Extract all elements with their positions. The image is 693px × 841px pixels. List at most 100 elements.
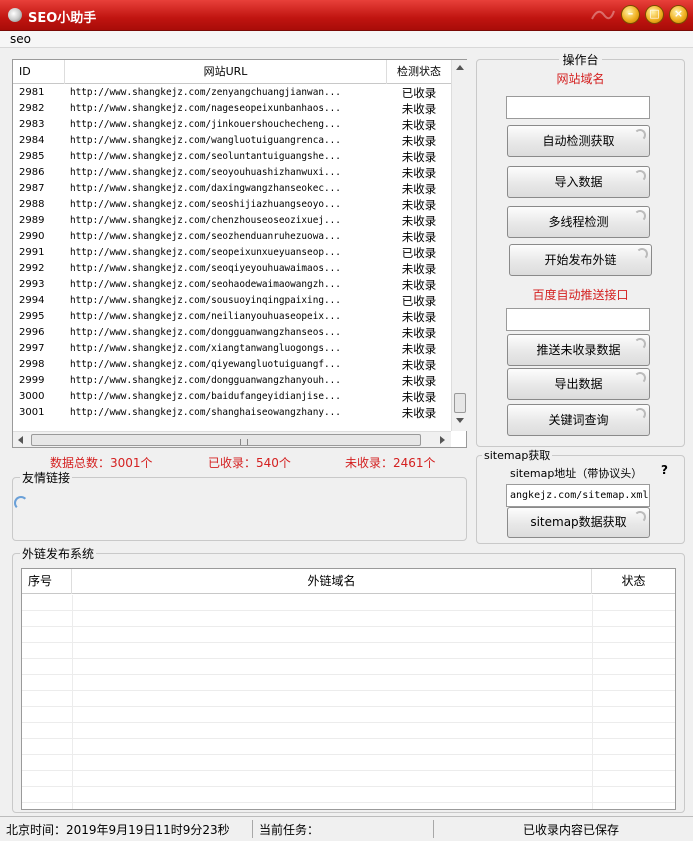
table-row[interactable]: 2995 http://www.shangkejz.com/neilianyouh… bbox=[13, 309, 451, 325]
column-divider bbox=[72, 595, 73, 809]
column-header-id[interactable]: ID bbox=[13, 60, 65, 84]
publish-table[interactable]: 序号 外链域名 状态 bbox=[21, 568, 676, 810]
cell-url: http://www.shangkejz.com/dongguanwangzha… bbox=[70, 327, 341, 338]
export-data-button[interactable]: 导出数据 bbox=[507, 368, 650, 400]
table-header: ID 网站URL 检测状态 bbox=[13, 60, 451, 84]
swirl-icon bbox=[634, 170, 646, 182]
vertical-scroll-thumb[interactable] bbox=[454, 393, 466, 413]
table-row[interactable]: 2987 http://www.shangkejz.com/daxingwangz… bbox=[13, 181, 451, 197]
cell-url: http://www.shangkejz.com/seoluntantuigua… bbox=[70, 151, 341, 162]
menu-item-seo[interactable]: seo bbox=[10, 32, 31, 46]
swirl-icon bbox=[636, 248, 648, 260]
column-header-url[interactable]: 网站URL bbox=[65, 60, 387, 84]
auto-detect-button[interactable]: 自动检测获取 bbox=[507, 125, 650, 157]
table-row[interactable]: 2996 http://www.shangkejz.com/dongguanwan… bbox=[13, 325, 451, 341]
cell-url: http://www.shangkejz.com/baidufangeyidia… bbox=[70, 391, 341, 402]
status-saved: 已收录内容已保存 bbox=[523, 823, 620, 837]
menu-bar: seo bbox=[0, 31, 693, 48]
status-bar: 北京时间：2019年9月19日11时9分23秒 当前任务： 已收录内容已保存 bbox=[0, 816, 693, 841]
cell-url: http://www.shangkejz.com/dongguanwangzha… bbox=[70, 375, 341, 386]
table-row[interactable]: 3000 http://www.shangkejz.com/baidufangey… bbox=[13, 389, 451, 405]
table-row[interactable]: 2997 http://www.shangkejz.com/xiangtanwan… bbox=[13, 341, 451, 357]
minimize-button[interactable]: – bbox=[621, 5, 640, 24]
cell-url: http://www.shangkejz.com/wangluotuiguang… bbox=[70, 135, 341, 146]
horizontal-scrollbar[interactable] bbox=[13, 431, 451, 447]
status-current-task: 当前任务： bbox=[259, 823, 320, 837]
cell-status: 未收录 bbox=[401, 182, 437, 196]
cell-status: 未收录 bbox=[401, 214, 437, 228]
cell-url: http://www.shangkejz.com/seoshijiazhuang… bbox=[70, 199, 341, 210]
console-title-text: 操作台 bbox=[559, 53, 602, 67]
cell-status: 未收录 bbox=[401, 310, 437, 324]
table-row[interactable]: 2988 http://www.shangkejz.com/seoshijiazh… bbox=[13, 197, 451, 213]
keyword-query-button-label: 关键词查询 bbox=[548, 413, 609, 427]
column-header-status[interactable]: 检测状态 bbox=[387, 60, 451, 84]
publish-table-body bbox=[22, 595, 675, 809]
table-row[interactable]: 2991 http://www.shangkejz.com/seopeixunxu… bbox=[13, 245, 451, 261]
scroll-down-icon[interactable] bbox=[456, 418, 464, 423]
table-row[interactable]: 2985 http://www.shangkejz.com/seoluntantu… bbox=[13, 149, 451, 165]
scroll-right-icon[interactable] bbox=[440, 436, 445, 444]
scroll-left-icon[interactable] bbox=[18, 436, 23, 444]
status-separator bbox=[252, 820, 253, 838]
cell-url: http://www.shangkejz.com/zenyangchuangji… bbox=[70, 87, 341, 98]
baidu-push-input[interactable] bbox=[506, 308, 650, 331]
table-row[interactable]: 2986 http://www.shangkejz.com/seoyouhuash… bbox=[13, 165, 451, 181]
console-title: 操作台 bbox=[476, 51, 685, 68]
cell-url: http://www.shangkejz.com/neilianyouhuase… bbox=[70, 311, 341, 322]
cell-id: 3000 bbox=[19, 391, 45, 402]
cell-status: 已收录 bbox=[401, 246, 437, 260]
table-row[interactable]: 2992 http://www.shangkejz.com/seoqiyeyouh… bbox=[13, 261, 451, 277]
table-row[interactable]: 2989 http://www.shangkejz.com/chenzhouseo… bbox=[13, 213, 451, 229]
cell-status: 未收录 bbox=[401, 198, 437, 212]
swirl-icon bbox=[634, 338, 646, 350]
vertical-scrollbar[interactable] bbox=[451, 60, 467, 431]
table-row[interactable]: 2981 http://www.shangkejz.com/zenyangchua… bbox=[13, 85, 451, 101]
close-button[interactable]: × bbox=[669, 5, 688, 24]
table-row[interactable]: 2999 http://www.shangkejz.com/dongguanwan… bbox=[13, 373, 451, 389]
push-unindexed-button[interactable]: 推送未收录数据 bbox=[507, 334, 650, 366]
stat-indexed: 已收录：540个 bbox=[208, 456, 291, 470]
cell-url: http://www.shangkejz.com/sousuoyinqingpa… bbox=[70, 295, 341, 306]
column-header-domain[interactable]: 外链域名 bbox=[72, 569, 592, 594]
start-publish-button[interactable]: 开始发布外链 bbox=[509, 244, 652, 276]
help-icon[interactable]: ? bbox=[661, 463, 668, 477]
cell-id: 2999 bbox=[19, 375, 45, 386]
table-row[interactable]: 3001 http://www.shangkejz.com/shanghaiseo… bbox=[13, 405, 451, 421]
table-row[interactable]: 2998 http://www.shangkejz.com/qiyewangluo… bbox=[13, 357, 451, 373]
cell-id: 2995 bbox=[19, 311, 45, 322]
sitemap-address-input[interactable]: angkejz.com/sitemap.xml bbox=[506, 484, 650, 507]
cell-url: http://www.shangkejz.com/qiyewangluotuig… bbox=[70, 359, 341, 370]
cell-id: 2994 bbox=[19, 295, 45, 306]
table-rows: 2981 http://www.shangkejz.com/zenyangchua… bbox=[13, 85, 451, 421]
sitemap-address-label: sitemap地址（带协议头） bbox=[510, 467, 643, 480]
sitemap-fetch-button-label: sitemap数据获取 bbox=[530, 515, 627, 529]
cell-id: 2993 bbox=[19, 279, 45, 290]
table-row[interactable]: 2990 http://www.shangkejz.com/seozhenduan… bbox=[13, 229, 451, 245]
cell-status: 未收录 bbox=[401, 358, 437, 372]
table-row[interactable]: 2982 http://www.shangkejz.com/nageseopeix… bbox=[13, 101, 451, 117]
table-row[interactable]: 2984 http://www.shangkejz.com/wangluotuig… bbox=[13, 133, 451, 149]
table-row[interactable]: 2993 http://www.shangkejz.com/seohaodewai… bbox=[13, 277, 451, 293]
table-row[interactable]: 2994 http://www.shangkejz.com/sousuoyinqi… bbox=[13, 293, 451, 309]
multithread-check-button[interactable]: 多线程检测 bbox=[507, 206, 650, 238]
url-table[interactable]: ID 网站URL 检测状态 2981 http://www.shangkejz.c… bbox=[12, 59, 467, 448]
friend-links-label: 友情链接 bbox=[20, 469, 73, 486]
cell-url: http://www.shangkejz.com/jinkouershouche… bbox=[70, 119, 341, 130]
sitemap-fetch-button[interactable]: sitemap数据获取 bbox=[507, 507, 650, 538]
scroll-up-icon[interactable] bbox=[456, 65, 464, 70]
decoration-swirl-icon bbox=[591, 10, 615, 20]
loading-spinner-icon bbox=[14, 496, 28, 510]
cell-id: 2981 bbox=[19, 87, 45, 98]
keyword-query-button[interactable]: 关键词查询 bbox=[507, 404, 650, 436]
publish-system-label: 外链发布系统 bbox=[20, 545, 97, 562]
horizontal-scroll-thumb[interactable] bbox=[31, 434, 421, 446]
export-data-button-label: 导出数据 bbox=[554, 377, 603, 391]
maximize-button[interactable]: □ bbox=[645, 5, 664, 24]
table-row[interactable]: 2983 http://www.shangkejz.com/jinkouersho… bbox=[13, 117, 451, 133]
column-header-no[interactable]: 序号 bbox=[22, 569, 72, 594]
cell-status: 未收录 bbox=[401, 390, 437, 404]
import-data-button[interactable]: 导入数据 bbox=[507, 166, 650, 198]
domain-input[interactable] bbox=[506, 96, 650, 119]
column-header-state[interactable]: 状态 bbox=[592, 569, 675, 594]
